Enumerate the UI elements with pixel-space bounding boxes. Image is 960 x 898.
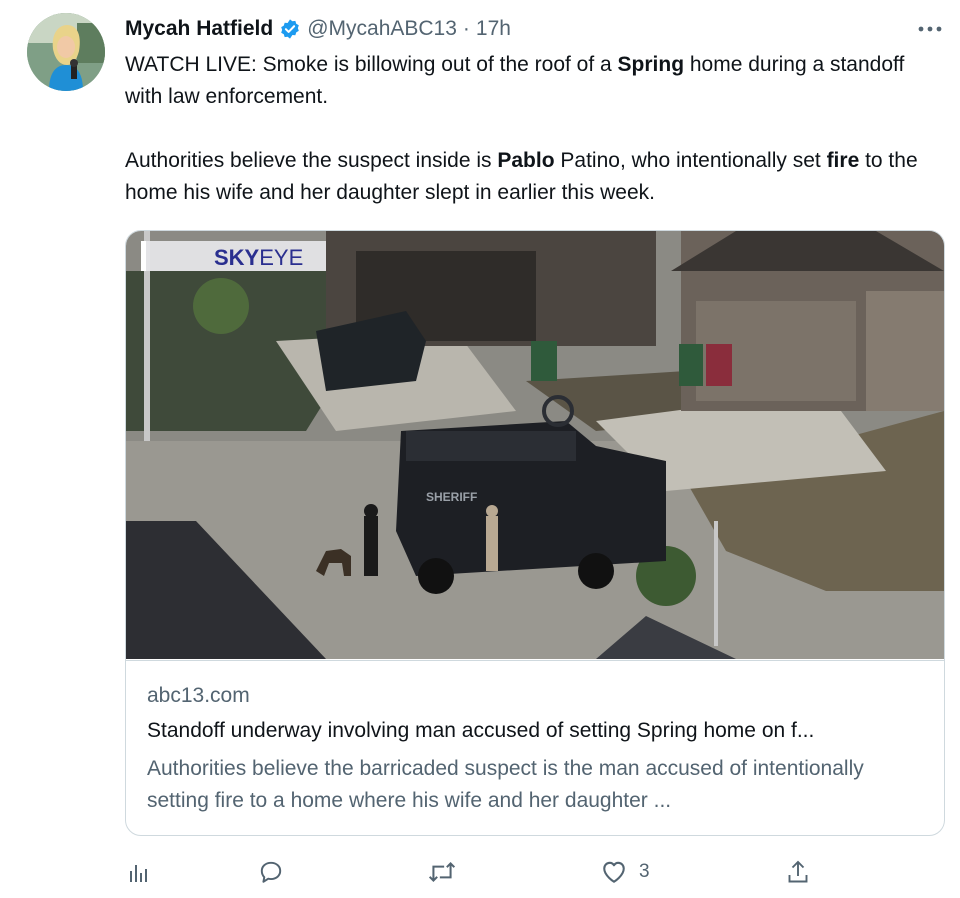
- skyeye-eye-text: EYE: [259, 245, 303, 270]
- verified-badge-icon: [279, 18, 301, 40]
- text-bold: Spring: [617, 53, 685, 76]
- card-title: Standoff underway involving man accused …: [147, 719, 815, 742]
- card-image: SHERIFF SKYEYE: [126, 231, 944, 659]
- avatar-photo: [27, 13, 105, 91]
- tweet-paragraph-1: WATCH LIVE: Smoke is billowing out of th…: [125, 49, 945, 113]
- action-bar: 3: [0, 855, 960, 889]
- text-bold: Pablo: [497, 149, 555, 172]
- reply-button[interactable]: [258, 855, 284, 889]
- like-count: 3: [639, 861, 650, 882]
- vehicle-text: SHERIFF: [426, 490, 477, 504]
- text-span: Patino, who intentionally set: [554, 149, 827, 172]
- reply-icon: [260, 861, 282, 883]
- tweet: Mycah Hatfield @MycahABC13 · 17h WATCH L…: [0, 0, 960, 898]
- heart-icon: [603, 861, 625, 883]
- like-button[interactable]: 3: [601, 855, 650, 889]
- tweet-timestamp[interactable]: 17h: [476, 17, 511, 41]
- card-description: Authorities believe the barricaded suspe…: [147, 757, 864, 812]
- author-name[interactable]: Mycah Hatfield: [125, 17, 273, 41]
- retweet-icon: [428, 861, 456, 883]
- card-domain: abc13.com: [147, 684, 250, 707]
- text-span: Authorities believe the suspect inside i…: [125, 149, 498, 172]
- analytics-button[interactable]: [127, 855, 151, 889]
- svg-text:SKYEYE: SKYEYE: [214, 245, 303, 270]
- more-dots-icon[interactable]: [913, 14, 947, 44]
- text-span: WATCH LIVE: Smoke is billowing out of th…: [125, 53, 618, 76]
- tweet-paragraph-2: Authorities believe the suspect inside i…: [125, 145, 945, 209]
- link-card[interactable]: SHERIFF SKYEYE abc13.com Standoff underw…: [125, 230, 945, 836]
- share-button[interactable]: [786, 855, 810, 889]
- tweet-header: Mycah Hatfield @MycahABC13 · 17h: [125, 14, 511, 44]
- skyeye-sky-text: SKY: [214, 245, 260, 270]
- separator-dot: ·: [462, 17, 470, 40]
- retweet-button[interactable]: [427, 855, 457, 889]
- avatar[interactable]: [27, 13, 105, 91]
- author-handle[interactable]: @MycahABC13: [307, 17, 457, 41]
- tweet-text: WATCH LIVE: Smoke is billowing out of th…: [125, 49, 945, 209]
- text-bold: fire: [826, 149, 860, 172]
- share-icon: [788, 860, 808, 883]
- card-info: abc13.com Standoff underway involving ma…: [126, 660, 944, 835]
- analytics-icon: [130, 865, 147, 882]
